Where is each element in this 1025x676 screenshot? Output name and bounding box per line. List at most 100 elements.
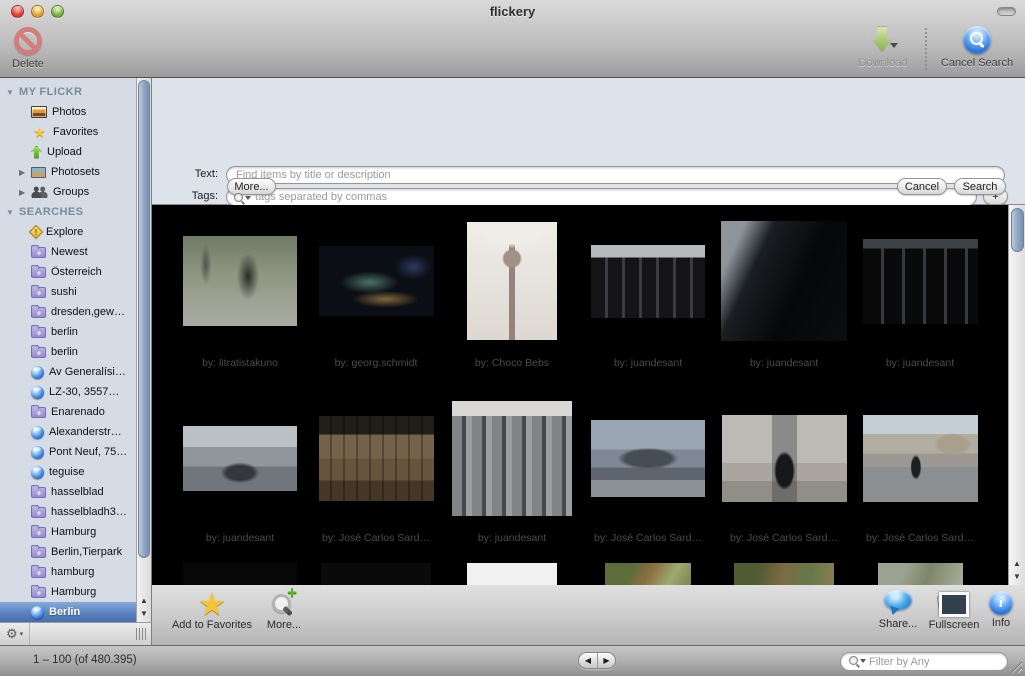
photo-thumbnail[interactable]	[467, 222, 557, 340]
photo-thumbnail[interactable]	[605, 563, 691, 585]
sidebar-scrollbar[interactable]: ▲ ▼	[136, 78, 151, 622]
photo-cell[interactable]	[172, 560, 308, 585]
sidebar-item[interactable]: ▶ ★ Favorites	[0, 122, 136, 142]
sidebar-item[interactable]: ▶ Berlin,Tierpark	[0, 542, 136, 562]
sidebar-item[interactable]: ▶ berlin	[0, 322, 136, 342]
sidebar-item[interactable]: ▶ Berlin	[0, 602, 136, 622]
photo-cell[interactable]: by: José Carlos Sard…	[852, 385, 988, 560]
search-button[interactable]: Search	[954, 178, 1006, 195]
scroll-up-icon[interactable]: ▲	[1013, 557, 1021, 570]
smart-folder-icon	[31, 527, 46, 538]
disclosure-triangle-icon[interactable]: ▼	[6, 208, 19, 217]
tags-search-input[interactable]	[226, 188, 977, 206]
fullscreen-button[interactable]: Fullscreen	[922, 590, 986, 631]
photo-cell[interactable]: by: juandesant	[852, 205, 988, 385]
photo-cell[interactable]: by: juandesant	[716, 205, 852, 385]
content-scrollbar-thumb[interactable]	[1011, 208, 1024, 252]
photo-cell[interactable]	[716, 560, 852, 585]
sidebar-item-label: Av Generalísi…	[49, 366, 126, 378]
photo-caption: by: juandesant	[206, 532, 274, 556]
photo-thumbnail[interactable]	[321, 563, 431, 585]
photo-thumbnail[interactable]	[183, 563, 297, 585]
sidebar-item[interactable]: ▶ Upload	[0, 142, 136, 162]
text-search-input[interactable]	[226, 166, 1005, 184]
photo-cell[interactable]	[580, 560, 716, 585]
delete-button[interactable]: Delete	[4, 27, 52, 70]
photo-cell[interactable]	[308, 560, 444, 585]
photo-cell[interactable]	[444, 560, 580, 585]
photo-cell[interactable]: by: juandesant	[172, 385, 308, 560]
sidebar-item[interactable]: ▶ Alexanderstr…	[0, 422, 136, 442]
photo-thumbnail[interactable]	[183, 426, 297, 491]
scroll-up-icon[interactable]: ▲	[140, 594, 148, 607]
photo-thumbnail[interactable]	[319, 246, 434, 316]
sidebar-item[interactable]: ▶ Av Generalísi…	[0, 362, 136, 382]
photo-cell[interactable]: by: georg.schmidt	[308, 205, 444, 385]
sidebar-item[interactable]: ▶ Photos	[0, 102, 136, 122]
sidebar-item[interactable]: ▶ berlin	[0, 342, 136, 362]
sidebar-scrollbar-thumb[interactable]	[138, 80, 150, 558]
photo-cell[interactable]: by: Choco Bebs	[444, 205, 580, 385]
sidebar-item[interactable]: ▶ LZ-30, 3557…	[0, 382, 136, 402]
photo-cell[interactable]	[852, 560, 988, 585]
sidebar-item[interactable]: ▶ Photosets	[0, 162, 136, 182]
info-button[interactable]: i Info	[986, 591, 1016, 629]
scroll-down-icon[interactable]: ▼	[140, 607, 148, 620]
photo-thumbnail[interactable]	[863, 239, 978, 324]
photo-cell[interactable]: by: José Carlos Sard…	[716, 385, 852, 560]
disclosure-triangle-icon[interactable]: ▶	[19, 168, 31, 177]
disclosure-triangle-icon[interactable]: ▼	[6, 88, 19, 97]
content-scrollbar[interactable]: ▲ ▼	[1008, 205, 1025, 585]
share-button[interactable]: Share...	[875, 590, 921, 630]
photo-grid: by: litratistakuno by: georg.schmidt by:…	[172, 205, 988, 585]
photo-thumbnail[interactable]	[722, 415, 847, 502]
globe-icon	[31, 446, 44, 459]
photo-thumbnail[interactable]	[183, 236, 297, 326]
photo-thumbnail[interactable]	[319, 416, 434, 501]
photo-thumbnail[interactable]	[734, 563, 834, 585]
tags-search-magnifier-icon[interactable]	[234, 193, 250, 205]
scroll-down-icon[interactable]: ▼	[1013, 570, 1021, 583]
add-to-favorites-button[interactable]: ★ Add to Favorites	[164, 591, 260, 631]
sidebar-item[interactable]: ▶ Explore	[0, 222, 136, 242]
sidebar-item[interactable]: ▶ hamburg	[0, 562, 136, 582]
photo-cell[interactable]: by: juandesant	[444, 385, 580, 560]
sidebar-item[interactable]: ▶ Hamburg	[0, 522, 136, 542]
sidebar-resize-handle[interactable]	[136, 628, 146, 640]
photo-cell[interactable]: by: José Carlos Sard…	[580, 385, 716, 560]
photo-thumbnail[interactable]	[721, 221, 847, 341]
download-button[interactable]: Download	[847, 26, 919, 69]
photo-thumbnail[interactable]	[591, 245, 705, 318]
photo-caption: by: José Carlos Sard…	[322, 532, 430, 556]
photo-thumbnail[interactable]	[863, 415, 978, 502]
toolbar-toggle-button[interactable]	[997, 7, 1016, 16]
photo-thumbnail[interactable]	[452, 401, 572, 516]
sidebar-item[interactable]: ▶ Enarenado	[0, 402, 136, 422]
disclosure-triangle-icon[interactable]: ▶	[19, 188, 31, 197]
sidebar-item[interactable]: ▶ dresden,gew…	[0, 302, 136, 322]
sidebar-item[interactable]: ▶ Hamburg	[0, 582, 136, 602]
sidebar-item[interactable]: ▶ Newest	[0, 242, 136, 262]
action-gear-button[interactable]: ⚙ ▾	[0, 623, 30, 645]
photo-thumbnail[interactable]	[878, 563, 963, 585]
sidebar-item[interactable]: ▶ Pont Neuf, 75…	[0, 442, 136, 462]
sidebar-item[interactable]: ▶ Österreich	[0, 262, 136, 282]
cancel-button[interactable]: Cancel	[897, 178, 947, 195]
photo-cell[interactable]: by: José Carlos Sard…	[308, 385, 444, 560]
window-resize-grip[interactable]	[1009, 660, 1022, 673]
sidebar-item[interactable]: ▶ hasselbladh3…	[0, 502, 136, 522]
photo-thumbnail[interactable]	[467, 563, 557, 585]
sidebar-item[interactable]: ▶ teguise	[0, 462, 136, 482]
sidebar-item[interactable]: ▶ hasselblad	[0, 482, 136, 502]
photo-cell[interactable]: by: litratistakuno	[172, 205, 308, 385]
photo-thumbnail[interactable]	[591, 420, 705, 497]
more-button[interactable]: + More...	[264, 591, 304, 631]
cancel-search-button[interactable]: Cancel Search	[931, 26, 1023, 69]
filter-magnifier-icon[interactable]	[849, 656, 865, 668]
previous-page-button[interactable]: ◀	[579, 653, 597, 668]
next-page-button[interactable]: ▶	[597, 653, 615, 668]
sidebar-item-label: Hamburg	[51, 526, 96, 538]
photo-cell[interactable]: by: juandesant	[580, 205, 716, 385]
sidebar-item[interactable]: ▶ sushi	[0, 282, 136, 302]
sidebar-item[interactable]: ▶ Groups	[0, 182, 136, 202]
